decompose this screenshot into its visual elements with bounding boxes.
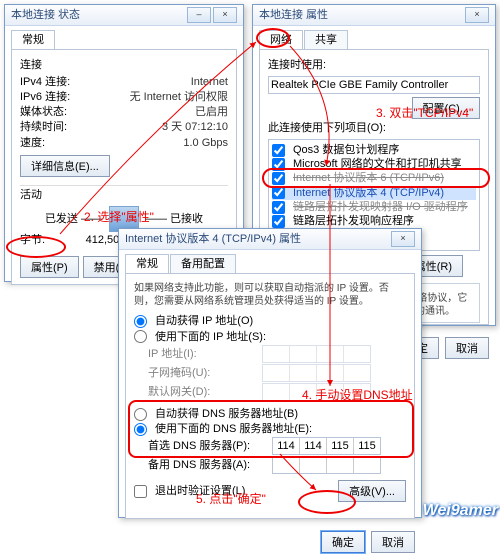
mask-field	[262, 364, 371, 382]
tab-alt[interactable]: 备用配置	[170, 254, 236, 273]
component-label: Qos3 数据包计划程序	[293, 143, 399, 157]
speed-value: 1.0 Gbps	[183, 136, 228, 150]
tab-general[interactable]: 常规	[11, 30, 55, 49]
tab-sharing[interactable]: 共享	[304, 30, 348, 49]
brand-logo: Wei9amer	[423, 503, 498, 519]
adapter-field	[268, 76, 480, 94]
tab-network[interactable]: 网络	[259, 30, 303, 49]
component-checkbox[interactable]	[272, 201, 285, 214]
radio-manual-dns[interactable]	[134, 423, 147, 436]
validate-label: 退出时验证设置(L)	[155, 484, 245, 498]
dns2-label: 备用 DNS 服务器(A):	[148, 458, 268, 472]
component-checkbox[interactable]	[272, 186, 285, 199]
bytes-label: 字节:	[20, 233, 45, 247]
media-label: 媒体状态:	[20, 105, 67, 119]
component-item[interactable]: Internet 协议版本 6 (TCP/IPv6)	[272, 171, 476, 185]
conn-header: 连接	[20, 58, 228, 72]
component-item[interactable]: Internet 协议版本 4 (TCP/IPv4)	[272, 186, 476, 200]
manual-dns-label: 使用下面的 DNS 服务器地址(E):	[155, 422, 312, 436]
items-label: 此连接使用下列项目(O):	[268, 121, 480, 135]
duration-label: 持续时间:	[20, 120, 67, 134]
component-checkbox[interactable]	[272, 158, 285, 171]
component-label: 链路层拓扑发现映射器 I/O 驱动程序	[293, 200, 468, 214]
ipv6-label: IPv6 连接:	[20, 90, 70, 104]
close-button[interactable]: ×	[213, 7, 237, 23]
status-title: 本地连接 状态	[11, 8, 80, 22]
sent-label: 已发送 ——	[45, 212, 103, 226]
gateway-label: 默认网关(D):	[148, 385, 258, 399]
prop-titlebar: 本地连接 属性 ×	[253, 5, 495, 26]
prop-title: 本地连接 属性	[259, 8, 328, 22]
activity-header: 活动	[20, 188, 228, 202]
ipv4-window: Internet 协议版本 4 (TCP/IPv4) 属性 × 常规 备用配置 …	[118, 228, 422, 518]
ipv4-value: Internet	[191, 75, 228, 89]
speed-label: 速度:	[20, 136, 45, 150]
close-button[interactable]: ×	[465, 7, 489, 23]
advanced-button[interactable]: 高级(V)...	[338, 480, 406, 502]
component-item[interactable]: Qos3 数据包计划程序	[272, 143, 476, 157]
ipv6-value: 无 Internet 访问权限	[130, 90, 228, 104]
component-label: Microsoft 网络的文件和打印机共享	[293, 157, 462, 171]
ipv4-intro: 如果网络支持此功能，则可以获取自动指派的 IP 设置。否则，您需要从网络系统管理…	[134, 282, 406, 308]
component-label: Internet 协议版本 4 (TCP/IPv4)	[293, 186, 444, 200]
duration-value: 3 天 07:12:10	[162, 120, 228, 134]
ipv4-titlebar: Internet 协议版本 4 (TCP/IPv4) 属性 ×	[119, 229, 421, 250]
component-checkbox[interactable]	[272, 172, 285, 185]
component-item[interactable]: 链路层拓扑发现响应程序	[272, 214, 476, 228]
ipv4-title: Internet 协议版本 4 (TCP/IPv4) 属性	[125, 232, 301, 246]
status-titlebar: 本地连接 状态 –×	[5, 5, 243, 26]
properties-button[interactable]: 属性(P)	[20, 256, 79, 278]
connect-using-label: 连接时使用:	[268, 58, 480, 72]
component-item[interactable]: 链路层拓扑发现映射器 I/O 驱动程序	[272, 200, 476, 214]
cancel-button[interactable]: 取消	[445, 337, 489, 359]
media-value: 已启用	[195, 105, 228, 119]
auto-ip-label: 自动获得 IP 地址(O)	[155, 314, 253, 328]
component-label: Internet 协议版本 6 (TCP/IPv6)	[293, 171, 444, 185]
mask-label: 子网掩码(U):	[148, 366, 258, 380]
radio-auto-ip[interactable]	[134, 315, 147, 328]
auto-dns-label: 自动获得 DNS 服务器地址(B)	[155, 407, 298, 421]
tab-general[interactable]: 常规	[125, 254, 169, 273]
manual-ip-label: 使用下面的 IP 地址(S):	[155, 330, 266, 344]
configure-button[interactable]: 配置(C)...	[412, 97, 480, 119]
details-button[interactable]: 详细信息(E)...	[20, 155, 110, 177]
radio-manual-ip[interactable]	[134, 330, 147, 343]
ipv4-label: IPv4 连接:	[20, 75, 70, 89]
recv-label: —— 已接收	[145, 212, 203, 226]
ip-label: IP 地址(I):	[148, 347, 258, 361]
dns1-field[interactable]: 114114115115	[272, 437, 381, 455]
ok-button[interactable]: 确定	[321, 531, 365, 553]
minimize-button[interactable]: –	[187, 7, 211, 23]
ip-field	[262, 345, 371, 363]
component-item[interactable]: Microsoft 网络的文件和打印机共享	[272, 157, 476, 171]
dns2-field[interactable]	[272, 456, 381, 474]
validate-checkbox[interactable]	[134, 485, 147, 498]
component-checkbox[interactable]	[272, 215, 285, 228]
radio-auto-dns[interactable]	[134, 408, 147, 421]
component-checkbox[interactable]	[272, 144, 285, 157]
cancel-button[interactable]: 取消	[371, 531, 415, 553]
dns1-label: 首选 DNS 服务器(P):	[148, 439, 268, 453]
gateway-field	[262, 383, 371, 401]
component-label: 链路层拓扑发现响应程序	[293, 214, 414, 228]
close-button[interactable]: ×	[391, 231, 415, 247]
